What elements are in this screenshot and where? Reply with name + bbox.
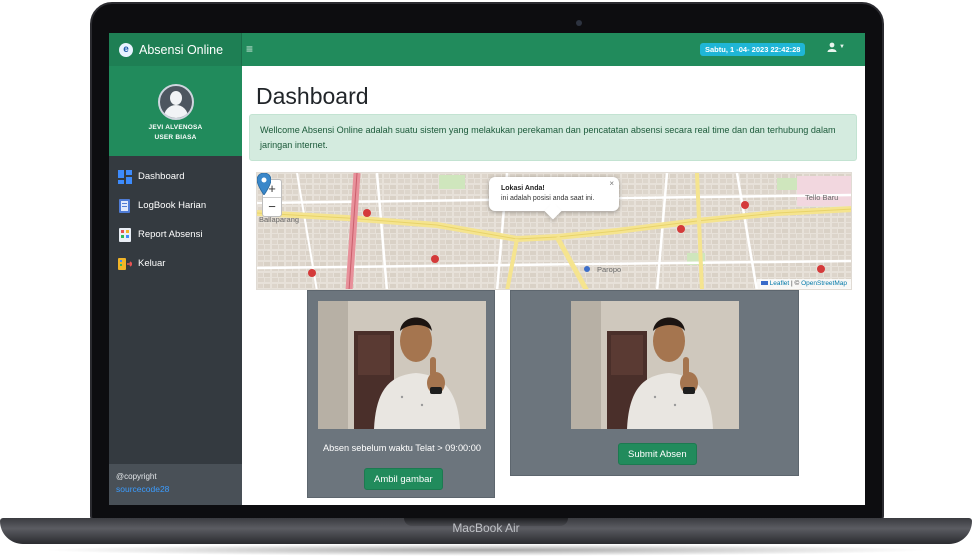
attribution-separator: | ©	[789, 280, 802, 287]
sidebar-item-label: Report Absensi	[138, 229, 203, 240]
sidebar: JEVI ALVENOSA USER BIASA Dashboard LogBo…	[109, 66, 242, 505]
captured-image-card: Submit Absen	[510, 290, 799, 476]
popup-title: Lokasi Anda!	[501, 185, 545, 192]
top-navbar: e Absensi Online ≡ Sabtu, 1 -04- 2023 22…	[109, 33, 865, 66]
attendance-deadline-text: Absen sebelum waktu Telat > 09:00:00	[323, 443, 481, 453]
sidebar-item-label: Keluar	[138, 258, 166, 269]
captured-image	[571, 301, 739, 429]
sidebar-item-label: LogBook Harian	[138, 200, 207, 211]
submit-attendance-button[interactable]: Submit Absen	[618, 443, 697, 465]
datetime-badge: Sabtu, 1 -04- 2023 22:42:28	[700, 43, 806, 56]
profile-name: JEVI ALVENOSA	[148, 124, 203, 131]
osm-link[interactable]: OpenStreetMap	[801, 280, 847, 287]
close-icon[interactable]: ×	[609, 179, 614, 188]
sidebar-item-dashboard[interactable]: Dashboard	[109, 162, 242, 191]
webcam-dot	[576, 20, 582, 26]
zoom-out-button[interactable]: −	[263, 198, 281, 216]
user-menu-toggle[interactable]: ▼	[827, 42, 845, 52]
main-content: Dashboard Wellcome Absensi Online adalah…	[242, 66, 865, 505]
location-popup: × Lokasi Anda! ini adalah posisi anda sa…	[489, 177, 619, 220]
sidebar-item-logout[interactable]: Keluar	[109, 249, 242, 278]
profile-role: USER BIASA	[154, 134, 197, 141]
page-title: Dashboard	[256, 83, 369, 109]
location-marker-icon[interactable]	[257, 173, 271, 195]
popup-text: ini adalah posisi anda saat ini.	[501, 195, 595, 202]
map-label: Tello Baru	[805, 193, 839, 202]
sidebar-item-label: Dashboard	[138, 171, 185, 182]
user-profile: JEVI ALVENOSA USER BIASA	[109, 66, 242, 156]
map-label: Paropo	[597, 265, 622, 274]
dashboard-icon	[118, 169, 132, 184]
device-label: MacBook Air	[452, 521, 520, 535]
map-attribution: Leaflet | © OpenStreetMap	[756, 279, 851, 289]
sidebar-footer: @copyright sourcecode28	[109, 464, 242, 505]
sidebar-item-report[interactable]: Report Absensi	[109, 220, 242, 249]
app-screen: e Absensi Online ≡ Sabtu, 1 -04- 2023 22…	[109, 33, 865, 505]
copyright-text: @copyright	[116, 472, 157, 481]
welcome-alert: Wellcome Absensi Online adalah suatu sis…	[249, 114, 857, 161]
laptop-shadow	[40, 544, 932, 556]
logout-icon	[118, 257, 132, 271]
take-picture-button[interactable]: Ambil gambar	[364, 468, 443, 490]
location-map[interactable]: Ballaparang Paropo Tello Baru + − × Loka…	[256, 172, 852, 290]
app-title: Absensi Online	[139, 42, 224, 57]
brand[interactable]: e Absensi Online	[109, 33, 242, 66]
leaflet-link[interactable]: Leaflet	[770, 280, 790, 287]
avatar	[157, 84, 194, 120]
webcam-capture-card: Absen sebelum waktu Telat > 09:00:00 Amb…	[307, 290, 495, 498]
sidebar-item-logbook[interactable]: LogBook Harian	[109, 191, 242, 220]
copyright-link[interactable]: sourcecode28	[116, 484, 242, 494]
chevron-down-icon: ▼	[839, 44, 845, 50]
webcam-preview	[318, 301, 486, 429]
user-icon	[827, 42, 837, 52]
app-logo-icon: e	[119, 42, 133, 57]
logbook-icon	[118, 198, 132, 213]
leaflet-flag-icon	[760, 281, 768, 286]
hamburger-icon[interactable]: ≡	[246, 42, 253, 56]
report-icon	[118, 227, 132, 242]
sidebar-nav: Dashboard LogBook Harian Report Absensi …	[109, 156, 242, 278]
